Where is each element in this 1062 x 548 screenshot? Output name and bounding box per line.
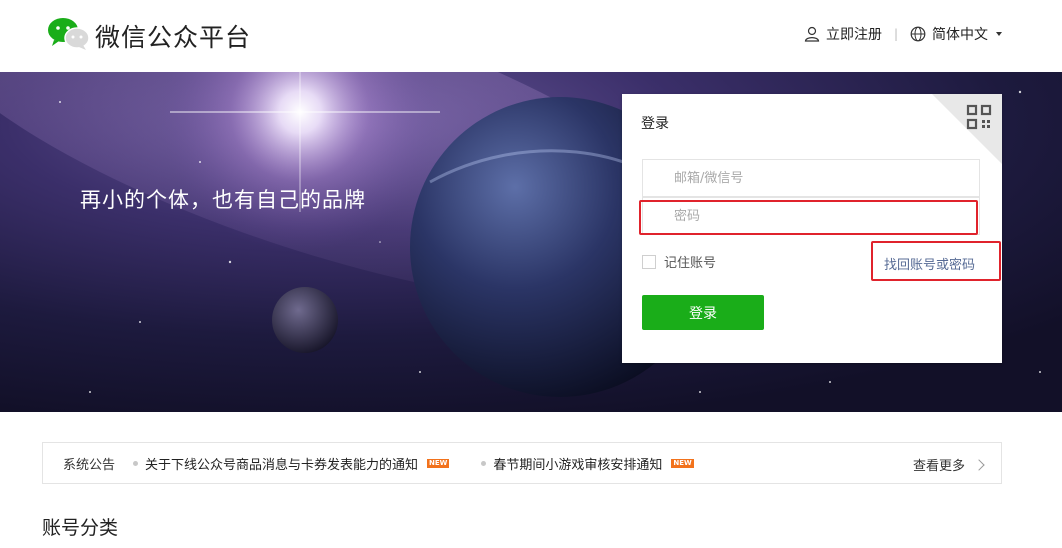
bullet-icon bbox=[481, 460, 487, 466]
password-field[interactable] bbox=[642, 197, 980, 235]
register-link[interactable]: 立即注册 bbox=[826, 24, 882, 44]
brand-title[interactable]: 微信公众平台 bbox=[95, 18, 251, 54]
bullet-icon bbox=[133, 460, 139, 466]
account-input[interactable] bbox=[643, 160, 979, 196]
notice-item-text[interactable]: 关于下线公众号商品消息与卡券发表能力的通知 bbox=[145, 454, 418, 473]
remember-account[interactable]: 记住账号 bbox=[642, 252, 716, 271]
remember-checkbox[interactable] bbox=[642, 254, 656, 269]
login-button[interactable]: 登录 bbox=[642, 295, 764, 330]
notice-label: 系统公告 bbox=[63, 457, 116, 473]
notice-item[interactable]: 关于下线公众号商品消息与卡券发表能力的通知 NEW bbox=[133, 454, 450, 473]
view-more-label[interactable]: 查看更多 bbox=[913, 455, 965, 474]
login-title: 登录 bbox=[641, 116, 669, 132]
top-header: 微信公众平台 立即注册 | 简体中文 bbox=[0, 0, 1062, 72]
view-more-link[interactable]: 查看更多 bbox=[913, 455, 985, 474]
notice-item-text[interactable]: 春节期间小游戏审核安排通知 bbox=[493, 454, 662, 473]
system-notice-bar: 系统公告 关于下线公众号商品消息与卡券发表能力的通知 NEW 春节期间小游戏审核… bbox=[42, 442, 1002, 484]
globe-icon[interactable] bbox=[910, 26, 926, 42]
login-panel: 登录 记住账号 找回账号或密码 登录 bbox=[622, 94, 1002, 363]
notice-item[interactable]: 春节期间小游戏审核安排通知 NEW bbox=[481, 454, 694, 473]
user-icon[interactable] bbox=[804, 26, 820, 42]
language-selector[interactable]: 简体中文 bbox=[932, 24, 988, 44]
new-badge: NEW bbox=[427, 458, 450, 468]
forgot-password-link[interactable]: 找回账号或密码 bbox=[884, 254, 975, 273]
account-category-title: 账号分类 bbox=[42, 517, 119, 539]
remember-label: 记住账号 bbox=[664, 256, 717, 271]
chevron-down-icon[interactable] bbox=[996, 32, 1002, 36]
banner-slogan: 再小的个体，也有自己的品牌 bbox=[80, 188, 366, 212]
header-actions: 立即注册 | 简体中文 bbox=[804, 24, 1002, 44]
account-field[interactable] bbox=[642, 159, 980, 197]
new-badge: NEW bbox=[671, 458, 694, 468]
wechat-logo[interactable] bbox=[46, 16, 90, 50]
header-separator: | bbox=[893, 27, 898, 41]
chevron-right-icon[interactable] bbox=[973, 458, 985, 471]
password-input[interactable] bbox=[643, 198, 979, 234]
qr-code-icon[interactable] bbox=[966, 104, 992, 130]
